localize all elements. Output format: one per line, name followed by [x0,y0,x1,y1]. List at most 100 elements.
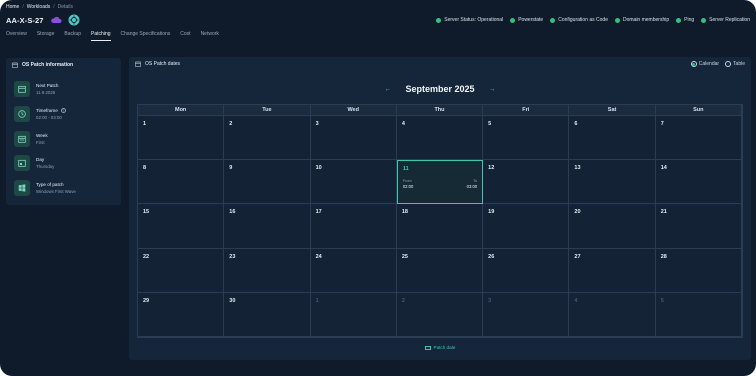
status-item: Server Replication [701,17,750,23]
weekday-header: Tue [224,105,311,116]
calendar-day[interactable]: 1 [138,116,225,161]
day-number: 15 [143,209,150,216]
tab-storage[interactable]: Storage [37,31,55,41]
calendar-day[interactable]: 21 [655,204,742,249]
calendar-day[interactable]: 25 [396,248,484,293]
info-value: Thursday [36,164,55,169]
calendar-day[interactable]: 8 [138,160,225,205]
day-number: 25 [401,253,408,260]
calendar-day[interactable]: 5 [483,116,570,161]
view-option-label: Table [733,61,745,67]
day-number: 12 [488,165,495,172]
info-row-next-patch: Next Patch 11.9.2025 [14,81,58,97]
day-number: 3 [315,121,319,127]
breadcrumb-home[interactable]: Home [6,4,19,10]
info-text: Week First [36,131,48,145]
calendar-day[interactable]: 22 [138,248,225,293]
calendar-day[interactable]: 19 [483,204,570,249]
day-number: 26 [488,253,495,260]
radio-button[interactable] [690,61,697,67]
tab-network[interactable]: Network [201,31,219,41]
os-patch-info-card: OS Patch information Next Patch 11.9.2025… [6,58,121,205]
calendar-day[interactable]: 13 [569,160,656,205]
previous-month-button[interactable]: ← [384,86,391,93]
calendar-day[interactable]: 29 [138,292,225,337]
clock-icon [18,110,26,118]
kubernetes-icon [68,14,80,26]
status-label: Configuration as Code [558,17,608,23]
radio-button[interactable] [725,61,732,67]
calendar-day[interactable]: 4 [396,116,484,161]
calendar-day[interactable]: 9 [224,160,311,205]
calendar-day[interactable]: 20 [569,204,656,249]
view-toggle: Calendar Table [690,61,745,67]
tab-overview[interactable]: Overview [6,31,27,41]
calendar-day[interactable]: 18 [396,204,484,249]
day-number: 27 [574,253,581,260]
status-label: Server Replication [709,17,750,23]
tab-backup[interactable]: Backup [64,31,81,41]
panel-header: OS Patch dates [135,61,180,67]
calendar-day[interactable]: 17 [310,204,397,249]
patch-to-label: To [473,179,478,184]
tab-change-specifications[interactable]: Change Specifications [121,31,171,41]
card-title: OS Patch information [22,62,74,68]
status-label: Powerstate [518,17,544,23]
breadcrumb-workloads[interactable]: Workloads [27,4,51,10]
calendar-day[interactable]: 12 [483,160,570,205]
breadcrumb: Home / Workloads / Details [6,4,73,10]
calendar-week-icon [18,135,26,143]
breadcrumb-separator: / [53,4,55,10]
calendar-day[interactable]: 7 [655,116,742,161]
calendar-day[interactable]: 5 [655,292,742,337]
calendar-day[interactable]: 30 [224,292,311,337]
info-label: Type of patch [36,182,76,187]
tab-cost[interactable]: Cost [180,31,190,41]
calendar-day[interactable]: 23 [224,248,311,293]
info-value: 11.9.2025 [36,90,56,95]
day-number: 23 [229,253,236,260]
status-label: Server Status: Operational [444,17,504,23]
day-number: 18 [401,209,408,216]
calendar-day[interactable]: 2 [224,116,311,161]
info-icon-box [14,106,30,122]
view-option-table[interactable]: Table [725,61,745,67]
next-month-button[interactable]: → [489,86,496,93]
info-value: First [36,140,45,145]
calendar-day[interactable]: 3 [310,116,397,161]
calendar-day[interactable]: 16 [224,204,311,249]
day-number: 19 [488,209,495,216]
tab-patching[interactable]: Patching [91,31,111,41]
weekday-header: Sat [569,105,656,116]
day-number: 11 [402,166,409,173]
calendar-grid: Mon Tue Wed Thu Fri Sat Sun 1 2 3 4 5 6 7 8 9 10 11 From 02… [137,104,743,338]
calendar-day[interactable]: 2 [396,292,484,337]
calendar-day[interactable]: 3 [483,292,570,337]
calendar-day[interactable]: 27 [569,248,656,293]
breadcrumb-separator: / [22,4,24,10]
status-label: Domain membership [622,17,670,23]
day-number: 21 [660,209,667,216]
calendar-day[interactable]: 1 [310,292,397,337]
breadcrumb-current: Details [57,4,73,10]
calendar-day[interactable]: 15 [138,204,225,249]
day-number: 28 [660,253,667,260]
info-text: Timeframe? 02:00 - 03:00 [36,106,66,120]
help-icon[interactable]: ? [60,108,66,113]
status-item: Server Status: Operational [436,17,503,23]
day-number: 1 [143,121,147,127]
weekday-header: Thu [396,105,484,116]
calendar-day[interactable]: 10 [310,160,397,205]
info-icon-box [14,131,30,147]
page-title: AA-X-S-27 [6,15,44,25]
view-option-label: Calendar [698,61,720,67]
calendar-day[interactable]: 24 [310,248,397,293]
view-option-calendar[interactable]: Calendar [690,61,720,67]
calendar-day[interactable]: 26 [483,248,570,293]
day-number: 5 [488,121,492,127]
calendar-day[interactable]: 4 [569,292,656,337]
calendar-day[interactable]: 6 [569,116,656,161]
calendar-day-patch[interactable]: 11 From 02:00 To 03:00 [396,160,484,205]
calendar-day[interactable]: 14 [655,160,742,205]
calendar-day[interactable]: 28 [655,248,742,293]
